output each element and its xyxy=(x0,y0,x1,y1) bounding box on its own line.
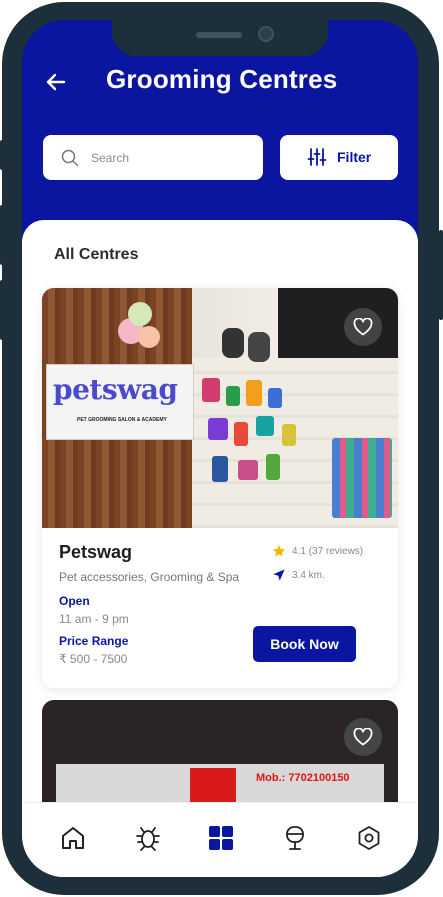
search-icon xyxy=(61,149,79,167)
navigation-icon xyxy=(273,569,285,581)
heart-icon xyxy=(353,728,373,746)
front-camera xyxy=(258,26,274,42)
product xyxy=(246,380,262,406)
product xyxy=(202,378,220,402)
price-range-label: Price Range xyxy=(59,634,129,648)
centre-photo: petswag PET GROOMING SALON & ACADEMY xyxy=(42,288,398,528)
microphone-icon[interactable] xyxy=(282,825,308,851)
product xyxy=(266,454,280,480)
banner-phone-text: Mob.: 7702100150 xyxy=(256,772,350,784)
app-screen: Grooming Centres Search Filter All Centr… xyxy=(22,20,418,877)
rating-text: 4.1 (37 reviews) xyxy=(292,546,364,557)
heart-icon xyxy=(353,318,373,336)
centre-info: Petswag Pet accessories, Grooming & Spa … xyxy=(42,528,398,688)
section-title: All Centres xyxy=(54,246,139,263)
product xyxy=(234,422,248,446)
favorite-button[interactable] xyxy=(344,308,382,346)
sign-subtext: PET GROOMING SALON & ACADEMY xyxy=(77,417,167,423)
product xyxy=(238,460,258,480)
centre-card[interactable]: petswag PET GROOMING SALON & ACADEMY Pet… xyxy=(42,288,398,688)
centre-category: Pet accessories, Grooming & Spa xyxy=(59,570,240,584)
content-panel: All Centres petswag PET GROOMING SALON &… xyxy=(22,220,418,877)
product xyxy=(208,418,228,440)
bottom-nav xyxy=(22,802,418,877)
product xyxy=(226,386,240,406)
notch xyxy=(112,20,328,56)
sign-text: petswag xyxy=(53,373,178,406)
power-button xyxy=(439,230,443,320)
sliders-icon xyxy=(307,147,327,167)
distance-text: 3.4 km. xyxy=(292,570,325,581)
book-now-button[interactable]: Book Now xyxy=(253,626,356,662)
backpack xyxy=(222,328,244,358)
star-icon xyxy=(272,545,286,557)
settings-icon[interactable] xyxy=(356,825,382,851)
clothes-rack xyxy=(332,438,392,518)
product xyxy=(268,388,282,408)
shop-sign: petswag PET GROOMING SALON & ACADEMY xyxy=(46,364,194,440)
balloon xyxy=(128,302,152,326)
price-range: ₹ 500 - 7500 xyxy=(59,652,128,666)
volume-down-button xyxy=(0,280,4,340)
opening-hours: 11 am - 9 pm xyxy=(59,612,129,626)
backpack xyxy=(248,332,270,362)
open-status: Open xyxy=(59,594,90,608)
search-placeholder: Search xyxy=(91,151,130,165)
filter-button[interactable]: Filter xyxy=(280,135,398,180)
volume-up-button xyxy=(0,205,4,265)
page-title: Grooming Centres xyxy=(106,64,338,94)
product xyxy=(282,424,296,446)
product xyxy=(256,416,274,436)
speaker xyxy=(196,32,242,38)
bug-icon[interactable] xyxy=(135,825,161,851)
arrow-left-icon[interactable] xyxy=(44,70,68,94)
mute-switch xyxy=(0,140,4,170)
filter-label: Filter xyxy=(337,149,372,165)
search-input[interactable]: Search xyxy=(43,135,263,180)
favorite-button[interactable] xyxy=(344,718,382,756)
grid-icon[interactable] xyxy=(208,825,234,851)
balloon xyxy=(138,326,160,348)
home-icon[interactable] xyxy=(60,825,86,851)
centre-name: Petswag xyxy=(59,542,133,562)
product xyxy=(212,456,228,482)
